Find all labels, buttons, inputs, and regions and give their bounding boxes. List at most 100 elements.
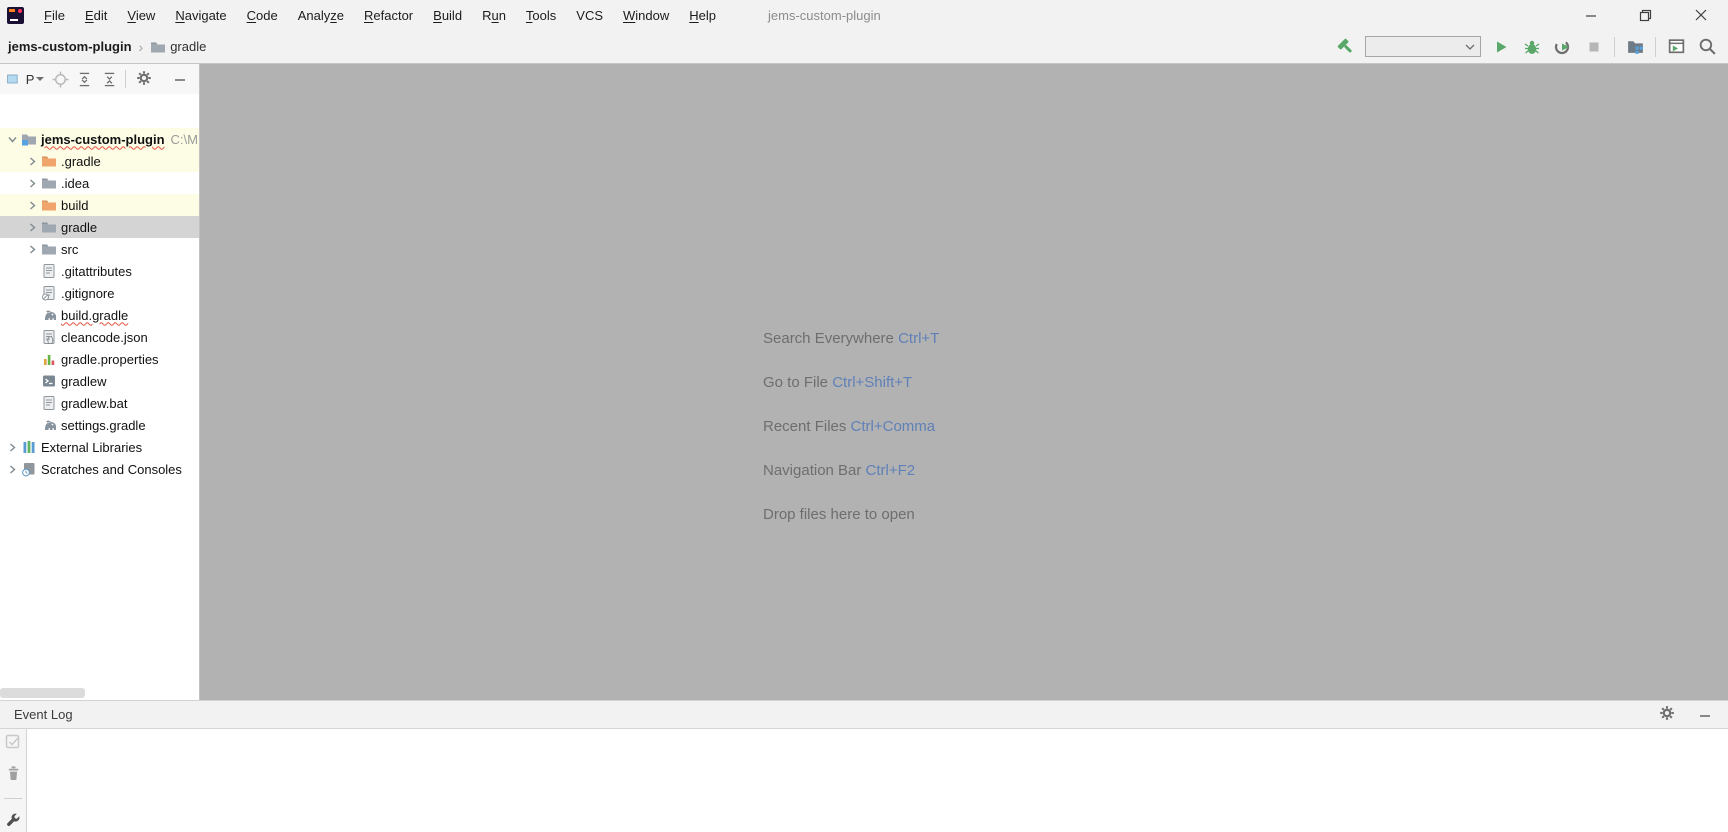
text-file-icon: [40, 395, 57, 411]
event-log-hide-button[interactable]: [1694, 704, 1716, 726]
panel-settings-button[interactable]: [133, 68, 155, 90]
chevron-right-icon[interactable]: [24, 222, 40, 232]
tree-item-gradle-properties[interactable]: gradle.properties: [0, 348, 199, 370]
menu-refactor[interactable]: Refactor: [354, 8, 423, 23]
menu-navigate[interactable]: Navigate: [165, 8, 236, 23]
menu-file[interactable]: File: [34, 8, 75, 23]
run-with-coverage-button[interactable]: [1552, 36, 1574, 58]
expand-all-button[interactable]: [76, 68, 94, 90]
gear-icon: [136, 70, 152, 89]
menu-help[interactable]: Help: [679, 8, 726, 23]
run-icon: [1497, 41, 1507, 52]
libraries-icon: [20, 439, 37, 455]
breadcrumb-gradle[interactable]: gradle: [150, 39, 206, 55]
menu-analyze[interactable]: Analyze: [288, 8, 354, 23]
tree-item-external-libraries[interactable]: External Libraries: [0, 436, 199, 458]
event-log-toolbar: [0, 729, 27, 832]
locate-icon: [52, 71, 69, 87]
tree-item-label: settings.gradle: [61, 417, 146, 433]
folder-icon: [40, 241, 57, 257]
horizontal-scrollbar[interactable]: [0, 688, 85, 698]
chevron-down-icon: [36, 76, 45, 81]
hint-label: Navigation Bar: [763, 462, 862, 479]
chevron-right-icon[interactable]: [24, 244, 40, 254]
tree-item-gradlew[interactable]: gradlew: [0, 370, 199, 392]
json-file-icon: {}: [40, 329, 57, 345]
menu-run[interactable]: Run: [472, 8, 516, 23]
close-icon: [1695, 9, 1706, 21]
hint-shortcut: Ctrl+Shift+T: [828, 374, 913, 391]
tree-item-gradle[interactable]: gradle: [0, 216, 199, 238]
event-log-header[interactable]: Event Log: [0, 700, 1728, 729]
tree-item-jems-custom-plugin[interactable]: jems-custom-plugin C:\M: [0, 128, 199, 150]
folder-excluded-icon: [40, 153, 57, 169]
tree-item-label: gradlew: [61, 373, 107, 389]
tree-item-gitattributes[interactable]: .gitattributes: [0, 260, 199, 282]
checkbox-check-icon: [5, 734, 20, 749]
gear-icon: [1659, 705, 1675, 724]
event-log-content[interactable]: [27, 729, 1728, 832]
project-structure-icon: [1627, 41, 1643, 54]
hint-label: Search Everywhere: [763, 330, 894, 347]
breadcrumb-project[interactable]: jems-custom-plugin: [8, 39, 132, 54]
chevron-right-icon[interactable]: [24, 178, 40, 188]
hint-shortcut: Ctrl+T: [893, 330, 940, 347]
event-log-settings-button[interactable]: [1656, 704, 1678, 726]
run-configurations-select[interactable]: [1365, 36, 1481, 57]
event-log-panel: [0, 729, 1728, 832]
folder-excluded-icon: [40, 197, 57, 213]
tree-item-gradlew-bat[interactable]: gradlew.bat: [0, 392, 199, 414]
tree-item-path: C:\M: [170, 131, 198, 147]
chevron-down-icon[interactable]: [4, 135, 20, 144]
tree-item-build-gradle[interactable]: build.gradle: [0, 304, 199, 326]
tree-item-idea[interactable]: .idea: [0, 172, 199, 194]
shortcut-hint: Go to File Ctrl+Shift+T: [763, 375, 939, 391]
run-toolbar: [1334, 36, 1718, 58]
tool-window-button[interactable]: [1665, 36, 1687, 58]
chevron-right-icon[interactable]: [4, 442, 20, 452]
menu-edit[interactable]: Edit: [75, 8, 117, 23]
project-view-select[interactable]: P: [26, 72, 45, 87]
clear-log-button[interactable]: [6, 765, 21, 784]
shell-file-icon: [40, 373, 57, 389]
tree-item-build[interactable]: build: [0, 194, 199, 216]
minimize-icon: [1700, 714, 1710, 717]
event-log-options-button[interactable]: [5, 811, 22, 831]
menu-vcs[interactable]: VCS: [566, 8, 613, 23]
menu-code[interactable]: Code: [237, 8, 288, 23]
run-button[interactable]: [1490, 36, 1512, 58]
tree-item-settings-gradle[interactable]: settings.gradle: [0, 414, 199, 436]
menu-window[interactable]: Window: [613, 8, 679, 23]
stop-button[interactable]: [1583, 36, 1605, 58]
menu-view[interactable]: View: [117, 8, 165, 23]
menu-build[interactable]: Build: [423, 8, 472, 23]
hint-shortcut: Ctrl+Comma: [846, 418, 936, 435]
hide-panel-button[interactable]: [169, 68, 191, 90]
tree-item-scratches-and-consoles[interactable]: Scratches and Consoles: [0, 458, 199, 480]
locate-file-button[interactable]: [51, 68, 69, 90]
window-controls: [1563, 0, 1728, 30]
chevron-right-icon[interactable]: [24, 156, 40, 166]
trash-icon: [8, 766, 18, 781]
chevron-right-icon[interactable]: [24, 200, 40, 210]
scratches-icon: [20, 461, 37, 477]
tree-item-src[interactable]: src: [0, 238, 199, 260]
tree-item-cleancode-json[interactable]: {} cleancode.json: [0, 326, 199, 348]
mark-all-read-button[interactable]: [5, 734, 21, 753]
project-structure-button[interactable]: [1624, 36, 1646, 58]
shortcut-hint: Search Everywhere Ctrl+T: [763, 331, 939, 347]
minimize-icon: [1585, 15, 1596, 17]
build-project-button[interactable]: [1334, 36, 1356, 58]
tree-item-label: External Libraries: [41, 439, 143, 455]
chevron-right-icon[interactable]: [4, 464, 20, 474]
close-button[interactable]: [1673, 0, 1728, 30]
hint-label: Go to File: [763, 374, 829, 391]
debug-button[interactable]: [1521, 36, 1543, 58]
search-everywhere-button[interactable]: [1696, 36, 1718, 58]
tree-item-gitignore[interactable]: .gitignore: [0, 282, 199, 304]
minimize-button[interactable]: [1563, 0, 1618, 30]
restore-button[interactable]: [1618, 0, 1673, 30]
tree-item-gradle[interactable]: .gradle: [0, 150, 199, 172]
collapse-all-button[interactable]: [101, 68, 119, 90]
menu-tools[interactable]: Tools: [516, 8, 566, 23]
